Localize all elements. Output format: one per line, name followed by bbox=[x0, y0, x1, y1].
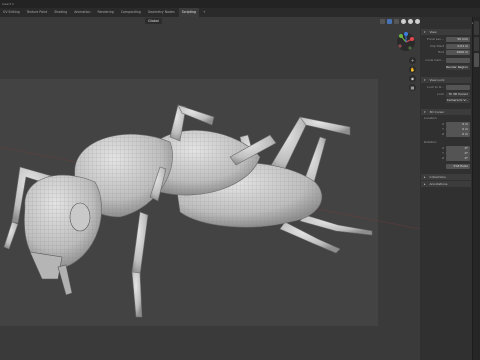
x-axis-icon bbox=[410, 37, 414, 41]
viewport-header: Global bbox=[0, 17, 420, 26]
tab-texture-paint[interactable]: Texture Paint bbox=[24, 8, 51, 17]
cursor-rotation-z[interactable]: 0° bbox=[446, 156, 470, 161]
insect-eye bbox=[69, 202, 91, 232]
transform-orientation-dropdown[interactable]: Global bbox=[145, 18, 162, 24]
clip-start-field[interactable]: 0.01 m bbox=[446, 44, 470, 49]
visibility-icon[interactable] bbox=[380, 19, 385, 24]
pan-hand-icon[interactable]: ✋ bbox=[409, 66, 416, 73]
overlays-icon[interactable] bbox=[387, 19, 392, 24]
tab-uv-editing[interactable]: UV Editing bbox=[0, 8, 23, 17]
collections-header[interactable]: ▸ Collections bbox=[421, 174, 471, 180]
rotation-mode-dropdown[interactable]: XYZ Euler bbox=[446, 164, 470, 169]
camera-view-icon[interactable]: ◉ bbox=[409, 75, 416, 82]
view-lock-header[interactable]: ▾ View Lock bbox=[421, 77, 471, 83]
solid-shading-icon[interactable] bbox=[401, 19, 406, 24]
tab-geometry-nodes[interactable]: Geometry Nodes bbox=[145, 8, 178, 17]
workspace-tabs: UV Editing Texture Paint Shading Animati… bbox=[0, 8, 480, 17]
navigation-gizmo[interactable] bbox=[395, 30, 417, 54]
zoom-icon[interactable]: + bbox=[409, 57, 416, 64]
z-axis-icon bbox=[404, 32, 408, 36]
local-camera-field[interactable] bbox=[446, 58, 470, 63]
perspective-grid-icon[interactable]: ▦ bbox=[409, 84, 416, 91]
camera-to-view-checkbox[interactable]: Camera to V... bbox=[446, 98, 470, 103]
tab-scripting[interactable]: Scripting bbox=[178, 8, 199, 17]
tab-shading[interactable]: Shading bbox=[51, 8, 70, 17]
tab-view[interactable] bbox=[474, 53, 479, 67]
xray-icon[interactable] bbox=[394, 19, 399, 24]
title-bar: Insect 1 bbox=[0, 0, 480, 8]
tab-item[interactable] bbox=[474, 21, 479, 35]
tab-rendering[interactable]: Rendering bbox=[95, 8, 117, 17]
focal-length-field[interactable]: 50 mm bbox=[446, 37, 470, 42]
annotations-header[interactable]: ▸ Annotations bbox=[421, 181, 471, 187]
tab-add-workspace[interactable]: + bbox=[200, 8, 209, 17]
insect-mesh-model[interactable] bbox=[0, 17, 420, 360]
y-axis-icon bbox=[399, 34, 403, 38]
render-region-checkbox[interactable]: Render Region bbox=[446, 65, 470, 70]
view-section-header[interactable]: ▾ View bbox=[421, 29, 471, 35]
clip-end-field[interactable]: 1000 m bbox=[446, 50, 470, 55]
tab-animation[interactable]: Animation bbox=[71, 8, 93, 17]
lock-object-field[interactable] bbox=[446, 85, 470, 90]
3d-cursor-header[interactable]: ▾ 3D Cursor bbox=[421, 109, 471, 115]
lock-cursor-checkbox[interactable]: To 3D Cursor bbox=[446, 92, 470, 97]
cursor-location-z[interactable]: 0 m bbox=[446, 132, 470, 137]
sidebar-n-panel: ▾ View Focal Len... 50 mm Clip Start 0.01 … bbox=[420, 17, 472, 360]
tab-compositing[interactable]: Compositing bbox=[118, 8, 144, 17]
window-title: Insect 1 bbox=[2, 2, 14, 6]
material-shading-icon[interactable] bbox=[408, 19, 413, 24]
tab-tool[interactable] bbox=[474, 37, 479, 51]
sidebar-tabs bbox=[473, 17, 480, 360]
